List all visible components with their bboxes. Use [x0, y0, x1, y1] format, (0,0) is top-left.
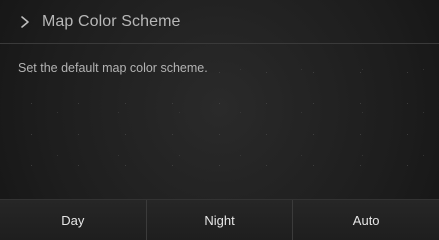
- page-title: Map Color Scheme: [42, 12, 181, 30]
- map-color-scheme-screen: Map Color Scheme Set the default map col…: [0, 0, 439, 240]
- night-option-button[interactable]: Night: [147, 200, 294, 240]
- chevron-right-icon: [18, 15, 32, 29]
- back-button[interactable]: Map Color Scheme: [18, 13, 181, 31]
- auto-option-button[interactable]: Auto: [293, 200, 439, 240]
- description-text: Set the default map color scheme.: [18, 61, 208, 75]
- color-scheme-options: Day Night Auto: [0, 199, 439, 240]
- day-option-button[interactable]: Day: [0, 200, 147, 240]
- header-bar: Map Color Scheme: [0, 0, 439, 44]
